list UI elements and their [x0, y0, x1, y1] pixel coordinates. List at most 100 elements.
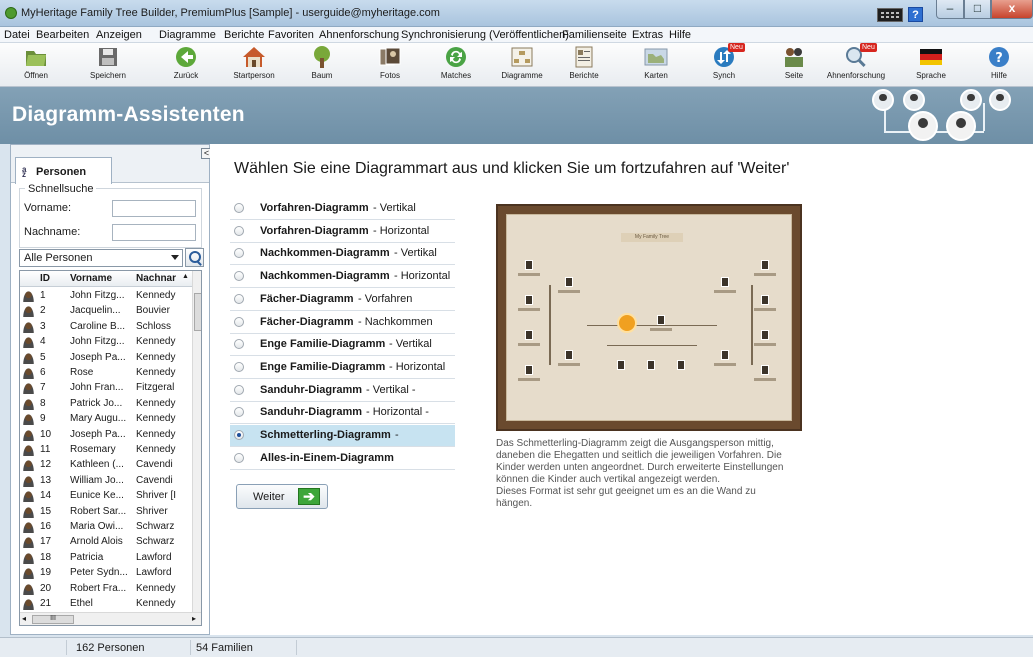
chart-type-option[interactable]: Nachkommen-Diagramm - Horizontal: [230, 266, 455, 289]
minimize-button[interactable]: –: [936, 0, 964, 19]
toolbar-label: Karten: [644, 71, 668, 80]
radio-button[interactable]: [234, 225, 244, 236]
cell-id: 2: [40, 305, 46, 317]
radio-button[interactable]: [234, 271, 244, 282]
back-button[interactable]: Zurück: [156, 45, 216, 85]
matches-button[interactable]: Matches: [426, 45, 486, 85]
photos-button[interactable]: Fotos: [360, 45, 420, 85]
column-id[interactable]: ID: [40, 273, 50, 284]
chart-type-option[interactable]: Enge Familie-Diagramm - Horizontal: [230, 357, 455, 379]
site-button[interactable]: Seite: [764, 45, 824, 85]
help-title-button[interactable]: ?: [908, 7, 923, 22]
menu-synchronisierung[interactable]: Synchronisierung (Veröffentlichen): [401, 29, 569, 41]
menu-favoriten[interactable]: Favoriten: [268, 29, 314, 41]
person-icon: [23, 445, 34, 456]
tree-button[interactable]: Baum: [292, 45, 352, 85]
cell-first-name: Eunice Ke...: [70, 490, 124, 502]
start-person-button[interactable]: Startperson: [224, 45, 284, 85]
option-name: Fächer-Diagramm: [260, 315, 354, 328]
menu-hilfe[interactable]: Hilfe: [669, 29, 691, 41]
menu-datei[interactable]: Datei: [4, 29, 30, 41]
radio-button[interactable]: [234, 293, 244, 304]
column-last-name[interactable]: Nachnar: [136, 273, 176, 284]
cell-last-name: Kennedy: [136, 367, 176, 378]
radio-button[interactable]: [234, 248, 244, 259]
person-icon: [23, 583, 34, 595]
option-name: Sanduhr-Diagramm: [260, 383, 363, 396]
chart-type-option[interactable]: Fächer-Diagramm - Vorfahren: [230, 289, 455, 311]
first-name-input[interactable]: [112, 200, 196, 217]
help-button[interactable]: ? Hilfe: [969, 45, 1029, 85]
cell-first-name: Patrick Jo...: [70, 397, 123, 409]
menu-diagramme[interactable]: Diagramme: [159, 29, 216, 41]
close-button[interactable]: x: [991, 0, 1033, 19]
help-icon: ?: [987, 46, 1011, 68]
save-button[interactable]: Speichern: [78, 45, 138, 85]
chart-type-option[interactable]: Vorfahren-Diagramm - Vertikal: [230, 198, 455, 220]
table-row[interactable]: 21 Ethel Kennedy: [20, 596, 192, 613]
first-name-label: Vorname:: [24, 202, 72, 214]
radio-button[interactable]: [234, 384, 244, 395]
menu-bearbeiten[interactable]: Bearbeiten: [36, 29, 89, 41]
scroll-right-icon[interactable]: ▸: [192, 614, 196, 623]
menu-ahnenforschung[interactable]: Ahnenforschung: [319, 29, 399, 41]
cell-id: 17: [40, 536, 52, 548]
research-button[interactable]: Neu Ahnenforschung: [826, 43, 886, 85]
horizontal-scrollbar[interactable]: ◂ III ▸: [20, 612, 201, 625]
chart-type-option[interactable]: Alles-in-Einem-Diagramm: [230, 448, 455, 470]
description-line: Dieses Format ist sehr gut geeignet um e…: [496, 486, 756, 497]
cell-last-name: Kennedy: [136, 413, 176, 425]
menu-anzeigen[interactable]: Anzeigen: [96, 29, 142, 41]
chart-type-option[interactable]: Schmetterling-Diagramm -: [230, 425, 455, 447]
option-variant: - Horizontal: [373, 224, 430, 237]
charts-button[interactable]: Diagramme: [492, 45, 552, 85]
option-name: Nachkommen-Diagramm: [260, 247, 390, 260]
radio-button[interactable]: [234, 339, 244, 350]
person-filter-select[interactable]: Alle Personen: [19, 249, 183, 267]
cell-id: 13: [40, 474, 52, 486]
reports-button[interactable]: Berichte: [554, 45, 614, 85]
menu-familienseite[interactable]: Familienseite: [562, 29, 627, 41]
last-name-input[interactable]: [112, 224, 196, 241]
chart-type-option[interactable]: Enge Familie-Diagramm - Vertikal: [230, 334, 455, 357]
sync-button[interactable]: Neu Synch: [694, 43, 754, 85]
column-first-name[interactable]: Vorname: [70, 273, 112, 284]
radio-button[interactable]: [234, 203, 244, 213]
chart-type-option[interactable]: Fächer-Diagramm - Nachkommen: [230, 312, 455, 334]
scroll-thumb[interactable]: [194, 293, 201, 331]
chart-type-option[interactable]: Sanduhr-Diagramm - Vertikal -: [230, 380, 455, 402]
person-icon: [23, 522, 34, 533]
keyboard-icon[interactable]: [877, 8, 903, 22]
tab-persons[interactable]: az Personen: [15, 157, 112, 184]
option-variant: - Vertikal: [389, 338, 432, 351]
open-button[interactable]: Öffnen: [6, 45, 66, 85]
vertical-scrollbar[interactable]: [192, 271, 201, 612]
radio-button[interactable]: [234, 430, 244, 440]
maximize-button[interactable]: □: [964, 0, 991, 19]
maps-button[interactable]: Karten: [626, 45, 686, 85]
menu-extras[interactable]: Extras: [632, 29, 663, 41]
scroll-left-icon[interactable]: ◂: [22, 614, 26, 623]
toolbar-label: Diagramme: [501, 71, 543, 80]
option-variant: - Vertikal: [373, 202, 416, 214]
chart-type-option[interactable]: Vorfahren-Diagramm - Horizontal: [230, 221, 455, 243]
scroll-thumb[interactable]: III: [32, 615, 74, 624]
radio-button[interactable]: [234, 452, 244, 463]
cell-last-name: Kennedy: [136, 428, 176, 440]
radio-button[interactable]: [234, 407, 244, 418]
next-button[interactable]: Weiter ➔: [236, 484, 328, 509]
cell-last-name: Kennedy: [136, 351, 176, 363]
reports-icon: [572, 46, 596, 68]
radio-button[interactable]: [234, 316, 244, 327]
toolbar-label: Matches: [440, 71, 472, 80]
toolbar-label: Startperson: [233, 71, 275, 80]
root-person-icon: [617, 313, 637, 333]
language-button[interactable]: Sprache: [901, 45, 961, 85]
radio-button[interactable]: [234, 361, 244, 372]
cell-id: 4: [40, 336, 46, 348]
find-person-button[interactable]: [185, 248, 204, 267]
menu-berichte[interactable]: Berichte: [224, 29, 264, 41]
person-icon: [23, 460, 34, 472]
chart-type-option[interactable]: Nachkommen-Diagramm - Vertikal: [230, 243, 455, 266]
chart-type-option[interactable]: Sanduhr-Diagramm - Horizontal -: [230, 402, 455, 425]
